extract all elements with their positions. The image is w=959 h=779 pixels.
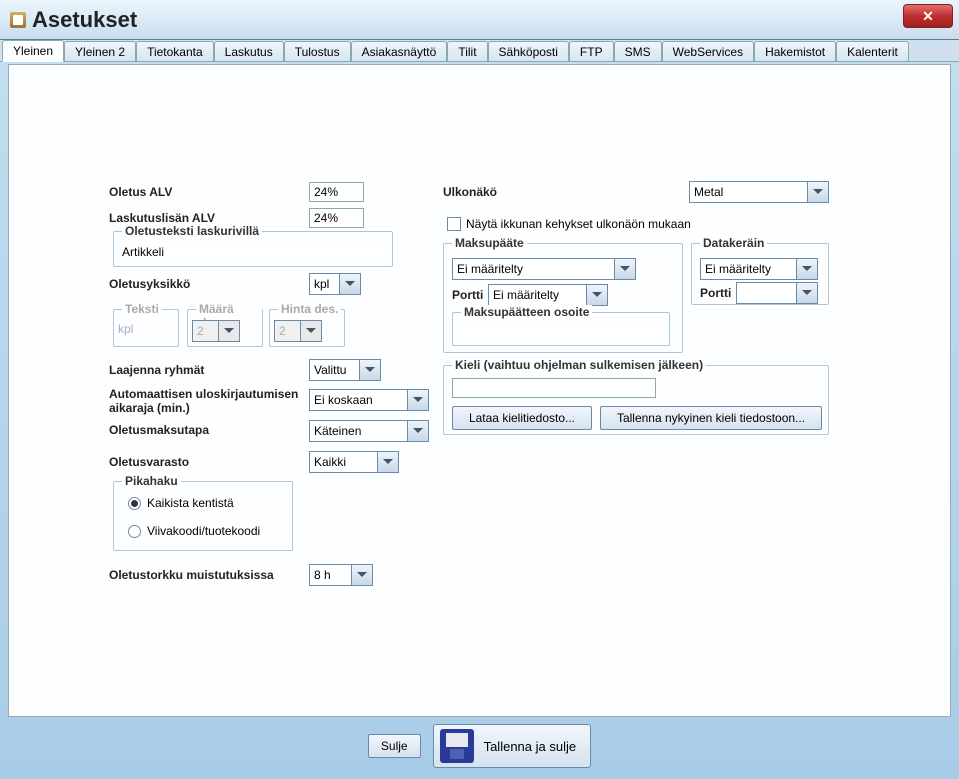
combo-torkku[interactable]: 8 h xyxy=(309,564,373,586)
group-hinta: Hinta des. 2 xyxy=(269,309,345,347)
main-panel: Oletus ALV Laskutuslisän ALV Oletustekst… xyxy=(8,64,951,717)
combo-datakerain[interactable]: Ei määritelty xyxy=(700,258,818,280)
close-icon: ✕ xyxy=(922,8,934,25)
label-aikaraja-2: aikaraja (min.) xyxy=(109,401,190,415)
chevron-down-icon xyxy=(797,283,817,303)
label-ulkonako: Ulkonäkö xyxy=(443,185,497,199)
check-nayta-ikkunan[interactable]: Näytä ikkunan kehykset ulkonäön mukaan xyxy=(447,217,691,231)
chevron-down-icon xyxy=(408,421,428,441)
tab-tilit[interactable]: Tilit xyxy=(447,41,487,61)
label-maksutapa: Oletusmaksutapa xyxy=(109,423,209,437)
radio-kaikista[interactable]: Kaikista kentistä xyxy=(128,496,234,510)
tab-sahkoposti[interactable]: Sähköposti xyxy=(488,41,569,61)
combo-hinta: 2 xyxy=(274,320,322,342)
group-oletusteksti: Oletusteksti laskurivillä xyxy=(113,231,393,267)
group-datakerain: Datakeräin Ei määritelty Portti xyxy=(691,243,829,305)
combo-maksutapa[interactable]: Käteinen xyxy=(309,420,429,442)
legend-hinta: Hinta des. xyxy=(278,302,341,316)
legend-maksu-osoite: Maksupäätteen osoite xyxy=(461,305,592,319)
label-oletus-alv: Oletus ALV xyxy=(109,185,172,199)
window-title: Asetukset xyxy=(32,7,137,33)
label-laskutuslisan-alv: Laskutuslisän ALV xyxy=(109,211,215,225)
group-kieli: Kieli (vaihtuu ohjelman sulkemisen jälke… xyxy=(443,365,829,435)
radio-viivakoodi[interactable]: Viivakoodi/tuotekoodi xyxy=(128,524,260,538)
label-oletusyksikko: Oletusyksikkö xyxy=(109,277,190,291)
chevron-down-icon xyxy=(797,259,817,279)
tab-sms[interactable]: SMS xyxy=(614,41,662,61)
button-sulje[interactable]: Sulje xyxy=(368,734,421,758)
chevron-down-icon xyxy=(408,390,428,410)
tab-webservices[interactable]: WebServices xyxy=(662,41,754,61)
button-tallenna-kieli[interactable]: Tallenna nykyinen kieli tiedostoon... xyxy=(600,406,822,430)
legend-datakerain: Datakeräin xyxy=(700,236,767,250)
chevron-down-icon xyxy=(219,321,239,341)
combo-maara: 2 xyxy=(192,320,240,342)
field-teksti: kpl xyxy=(118,322,133,336)
tab-laskutus[interactable]: Laskutus xyxy=(214,41,284,61)
chevron-down-icon xyxy=(378,452,398,472)
radio-dot-icon xyxy=(128,525,141,538)
legend-maksupaate: Maksupääte xyxy=(452,236,527,250)
combo-maksu-portti[interactable]: Ei määritelty xyxy=(488,284,608,306)
combo-maksupaate[interactable]: Ei määritelty xyxy=(452,258,636,280)
field-laskutuslisan-alv[interactable] xyxy=(309,208,364,228)
java-icon xyxy=(10,12,26,28)
combo-data-portti[interactable] xyxy=(736,282,818,304)
button-tallenna-sulje[interactable]: Tallenna ja sulje xyxy=(433,724,592,768)
tab-yleinen[interactable]: Yleinen xyxy=(2,40,64,62)
field-oletusteksti[interactable] xyxy=(118,242,386,262)
label-maksu-portti: Portti xyxy=(452,288,483,302)
radio-dot-icon xyxy=(128,497,141,510)
group-pikahaku: Pikahaku Kaikista kentistä Viivakoodi/tu… xyxy=(113,481,293,551)
chevron-down-icon xyxy=(587,285,607,305)
checkbox-icon xyxy=(447,217,461,231)
tab-asiakasnaytto[interactable]: Asiakasnäyttö xyxy=(351,41,448,61)
group-maksu-osoite: Maksupäätteen osoite xyxy=(452,312,670,346)
tab-tietokanta[interactable]: Tietokanta xyxy=(136,41,214,61)
label-torkku: Oletustorkku muistutuksissa xyxy=(109,568,274,582)
chevron-down-icon xyxy=(340,274,360,294)
titlebar: Asetukset ✕ xyxy=(0,0,959,40)
combo-oletusyksikko[interactable]: kpl xyxy=(309,273,361,295)
tab-hakemistot[interactable]: Hakemistot xyxy=(754,41,836,61)
label-laajenna: Laajenna ryhmät xyxy=(109,363,204,377)
save-icon xyxy=(440,729,474,763)
tab-kalenterit[interactable]: Kalenterit xyxy=(836,41,909,61)
chevron-down-icon xyxy=(360,360,380,380)
footer: Sulje Tallenna ja sulje xyxy=(8,719,951,773)
field-maksu-osoite[interactable] xyxy=(457,323,663,343)
group-maara: Määrä de... 2 xyxy=(187,309,263,347)
tab-yleinen2[interactable]: Yleinen 2 xyxy=(64,41,136,61)
label-data-portti: Portti xyxy=(700,286,731,300)
legend-kieli: Kieli (vaihtuu ohjelman sulkemisen jälke… xyxy=(452,358,706,372)
legend-teksti: Teksti xyxy=(122,302,162,316)
chevron-down-icon xyxy=(615,259,635,279)
chevron-down-icon xyxy=(808,182,828,202)
label-aikaraja-1: Automaattisen uloskirjautumisen xyxy=(109,387,298,401)
legend-pikahaku: Pikahaku xyxy=(122,474,181,488)
field-kieli[interactable] xyxy=(452,378,656,398)
combo-varasto[interactable]: Kaikki xyxy=(309,451,399,473)
group-maksupaate: Maksupääte Ei määritelty Portti Ei määri… xyxy=(443,243,683,353)
group-teksti: Teksti kpl xyxy=(113,309,179,347)
combo-aikaraja[interactable]: Ei koskaan xyxy=(309,389,429,411)
field-oletus-alv[interactable] xyxy=(309,182,364,202)
chevron-down-icon xyxy=(301,321,321,341)
combo-oletusyksikko-value: kpl xyxy=(310,274,340,294)
chevron-down-icon xyxy=(352,565,372,585)
button-lataa-kieli[interactable]: Lataa kielitiedosto... xyxy=(452,406,592,430)
label-varasto: Oletusvarasto xyxy=(109,455,189,469)
combo-ulkonako[interactable]: Metal xyxy=(689,181,829,203)
legend-oletusteksti: Oletusteksti laskurivillä xyxy=(122,224,262,238)
tab-bar: Yleinen Yleinen 2 Tietokanta Laskutus Tu… xyxy=(0,40,959,62)
combo-laajenna[interactable]: Valittu xyxy=(309,359,381,381)
close-button[interactable]: ✕ xyxy=(903,4,953,28)
tab-ftp[interactable]: FTP xyxy=(569,41,614,61)
tab-tulostus[interactable]: Tulostus xyxy=(284,41,351,61)
